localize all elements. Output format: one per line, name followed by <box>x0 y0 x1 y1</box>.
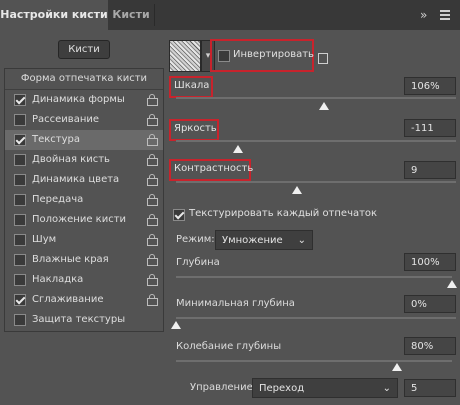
option-checkbox[interactable] <box>14 214 26 226</box>
control-steps-field[interactable]: 5 <box>404 379 456 397</box>
control-label: Управление: <box>190 382 257 393</box>
option-checkbox[interactable] <box>14 314 26 326</box>
depth-value-field[interactable]: 100% <box>404 253 456 271</box>
contrast-slider-thumb[interactable] <box>292 186 302 194</box>
lock-icon[interactable] <box>147 154 158 166</box>
lock-icon[interactable] <box>147 94 158 106</box>
option-label: Динамика цвета <box>32 174 120 185</box>
brush-option-item[interactable]: Влажные края <box>5 250 163 270</box>
option-label: Динамика формы <box>32 94 125 105</box>
chevron-down-icon: ⌄ <box>297 235 306 246</box>
brush-option-item[interactable]: Двойная кисть <box>5 150 163 170</box>
contrast-label: Контрастность <box>174 163 254 174</box>
brush-tip-shape-item[interactable]: Форма отпечатка кисти <box>5 69 163 90</box>
tab-divider <box>154 4 155 26</box>
lock-icon[interactable] <box>147 274 158 286</box>
brush-option-item[interactable]: Динамика формы <box>5 90 163 110</box>
mode-label: Режим: <box>176 234 215 245</box>
brightness-slider-track[interactable] <box>176 140 456 142</box>
tab-brushes[interactable]: Кисти <box>108 0 154 30</box>
lock-icon[interactable] <box>147 174 158 186</box>
brushes-button[interactable]: Кисти <box>58 40 110 59</box>
hamburger-menu-icon[interactable] <box>440 10 450 20</box>
brush-option-item[interactable]: Положение кисти <box>5 210 163 230</box>
option-label: Защита текстуры <box>32 314 126 325</box>
depth-label: Глубина <box>176 257 220 268</box>
option-checkbox[interactable] <box>14 194 26 206</box>
scale-slider-thumb[interactable] <box>319 102 330 110</box>
option-checkbox[interactable] <box>14 134 26 146</box>
option-label: Двойная кисть <box>32 154 110 165</box>
brush-option-item[interactable]: Шум <box>5 230 163 250</box>
brush-option-item[interactable]: Накладка <box>5 270 163 290</box>
brush-option-item[interactable]: Текстура <box>5 130 163 150</box>
scale-value-field[interactable]: 106% <box>404 77 456 95</box>
lock-icon[interactable] <box>147 134 158 146</box>
depth-jitter-value-field[interactable]: 80% <box>404 337 456 355</box>
brush-option-item[interactable]: Рассеивание <box>5 110 163 130</box>
brush-options-list: Форма отпечатка кисти Динамика формы Расс… <box>4 68 164 332</box>
brush-option-item[interactable]: Сглаживание <box>5 290 163 310</box>
tab-bar: Настройки кисти Кисти » <box>0 0 460 30</box>
brush-option-item[interactable]: Динамика цвета <box>5 170 163 190</box>
option-checkbox[interactable] <box>14 94 26 106</box>
min-depth-label: Минимальная глубина <box>176 298 295 309</box>
new-document-icon[interactable] <box>318 53 328 64</box>
mode-select[interactable]: Умножение ⌄ <box>215 230 313 250</box>
texture-each-tip-label: Текстурировать каждый отпечаток <box>189 208 378 219</box>
depth-jitter-label: Колебание глубины <box>176 341 282 352</box>
double-chevron-right-icon[interactable]: » <box>420 8 427 22</box>
lock-icon[interactable] <box>147 294 158 306</box>
lock-icon[interactable] <box>147 234 158 246</box>
tab-brush-settings[interactable]: Настройки кисти <box>0 0 108 30</box>
option-checkbox[interactable] <box>14 234 26 246</box>
control-value: Переход <box>259 383 305 394</box>
depth-jitter-slider-thumb[interactable] <box>391 363 402 371</box>
brightness-label: Яркость <box>174 123 217 134</box>
brush-option-item[interactable]: Защита текстуры <box>5 310 163 330</box>
depth-slider-thumb[interactable] <box>447 280 457 288</box>
scale-slider-track[interactable] <box>176 97 456 99</box>
contrast-slider-track[interactable] <box>176 181 456 183</box>
option-label: Накладка <box>32 274 84 285</box>
lock-icon[interactable] <box>147 114 158 126</box>
option-checkbox[interactable] <box>14 294 26 306</box>
option-label: Шум <box>32 234 57 245</box>
chevron-down-icon: ⌄ <box>382 383 391 394</box>
option-label: Положение кисти <box>32 214 127 225</box>
option-checkbox[interactable] <box>14 254 26 266</box>
contrast-value-field[interactable]: 9 <box>404 161 456 179</box>
option-checkbox[interactable] <box>14 154 26 166</box>
texture-each-tip-checkbox[interactable] <box>173 209 185 221</box>
control-select[interactable]: Переход ⌄ <box>252 378 398 398</box>
min-depth-value-field[interactable]: 0% <box>404 295 456 313</box>
option-label: Текстура <box>32 134 81 145</box>
lock-icon[interactable] <box>147 214 158 226</box>
brush-option-item[interactable]: Передача <box>5 190 163 210</box>
option-checkbox[interactable] <box>14 274 26 286</box>
texture-preview[interactable] <box>169 40 201 72</box>
option-label: Передача <box>32 194 84 205</box>
brightness-value-field[interactable]: -111 <box>404 119 456 137</box>
invert-checkbox[interactable] <box>218 50 230 62</box>
lock-icon[interactable] <box>147 254 158 266</box>
min-depth-slider-thumb[interactable] <box>171 321 181 329</box>
option-checkbox[interactable] <box>14 114 26 126</box>
option-label: Влажные края <box>32 254 109 265</box>
option-checkbox[interactable] <box>14 174 26 186</box>
brightness-slider-thumb[interactable] <box>232 145 243 153</box>
mode-value: Умножение <box>222 235 283 246</box>
lock-icon[interactable] <box>147 194 158 206</box>
scale-label: Шкала <box>174 80 210 91</box>
depth-slider-track[interactable] <box>176 276 452 278</box>
min-depth-slider-track[interactable] <box>176 317 456 319</box>
option-label: Рассеивание <box>32 114 100 125</box>
depth-jitter-slider-track[interactable] <box>176 360 452 362</box>
invert-label: Инвертировать <box>233 49 314 60</box>
option-label: Сглаживание <box>32 294 104 305</box>
